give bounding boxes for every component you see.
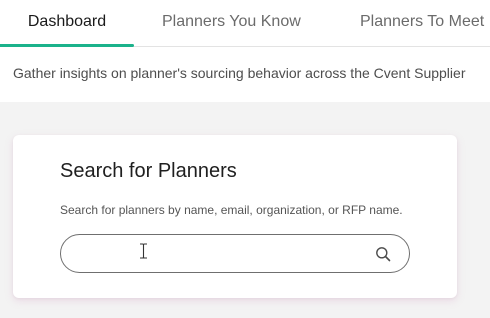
search-card: Search for Planners Search for planners … xyxy=(13,135,457,298)
tab-planners-you-know[interactable]: Planners You Know xyxy=(162,0,301,46)
tab-label: Dashboard xyxy=(27,13,107,30)
search-field[interactable] xyxy=(60,234,410,274)
search-icon[interactable] xyxy=(375,246,391,262)
search-card-description: Search for planners by name, email, orga… xyxy=(60,203,403,217)
page-subtitle: Gather insights on planner's sourcing be… xyxy=(13,65,466,81)
tab-label: Planners You Know xyxy=(162,13,301,30)
text-cursor-icon xyxy=(140,243,147,259)
subtitle-bar: Gather insights on planner's sourcing be… xyxy=(0,47,490,102)
tab-bar: Dashboard Planners You Know Planners To … xyxy=(0,0,490,47)
search-input[interactable] xyxy=(77,235,371,274)
page: Dashboard Planners You Know Planners To … xyxy=(0,0,490,318)
tab-label: Planners To Meet xyxy=(360,13,485,30)
tab-dashboard[interactable]: Dashboard xyxy=(0,0,134,47)
tab-planners-to-meet[interactable]: Planners To Meet xyxy=(360,0,484,46)
search-card-title: Search for Planners xyxy=(60,160,237,182)
